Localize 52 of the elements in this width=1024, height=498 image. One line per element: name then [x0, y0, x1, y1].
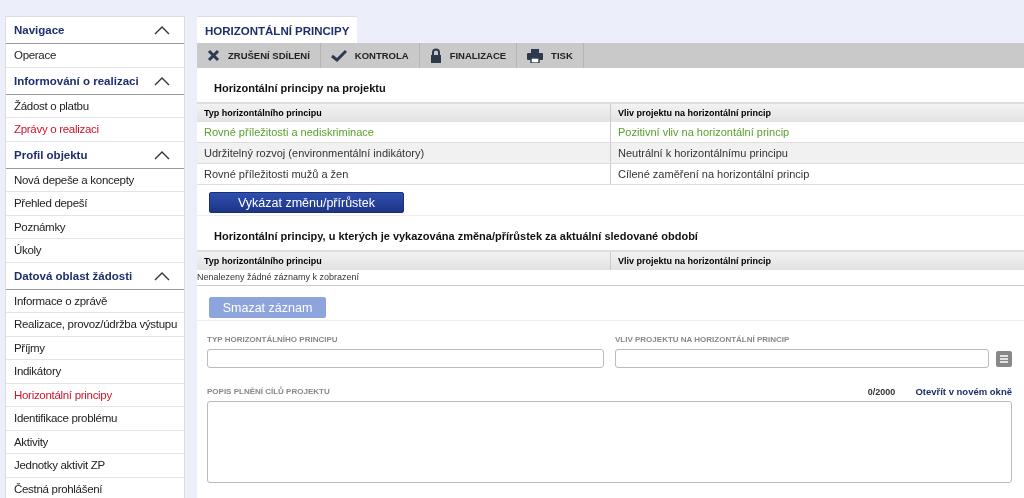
- sidebar-item[interactable]: Žádost o platbu: [6, 94, 184, 118]
- sidebar-item[interactable]: Příjmy: [6, 336, 184, 360]
- sidebar-item[interactable]: Úkoly: [6, 239, 184, 263]
- chevron-icon: [154, 270, 170, 281]
- sidebar-item[interactable]: Přehled depeší: [6, 192, 184, 216]
- tab[interactable]: HORIZONTÁLNÍ PRINCIPY: [197, 16, 358, 43]
- report-change-button[interactable]: Vykázat změnu/přírůstek: [209, 192, 404, 213]
- chevron-icon: [154, 75, 170, 86]
- column-header[interactable]: Vliv projektu na horizontální princip: [610, 103, 1024, 122]
- section-title: Horizontální principy, u kterých je vykazována změna/přírůstek za aktuální sledované období: [213, 229, 699, 244]
- sidebar-item[interactable]: Realizace, provoz/údržba výstupu: [6, 313, 184, 337]
- sidebar-item[interactable]: Indikátory: [6, 360, 184, 384]
- character-counter: 0/2000: [867, 386, 896, 397]
- sidebar-section-header[interactable]: Navigace: [6, 17, 184, 44]
- sidebar-item[interactable]: Zprávy o realizaci: [6, 118, 184, 142]
- description-field[interactable]: [207, 401, 1012, 483]
- sidebar-section-header[interactable]: Profil objektu: [6, 141, 184, 169]
- sidebar-item[interactable]: Nová depeše a koncepty: [6, 168, 184, 192]
- sidebar-item[interactable]: Operace: [6, 44, 184, 68]
- column-header[interactable]: Vliv projektu na horizontální princip: [610, 251, 1024, 270]
- sidebar-section-header[interactable]: Datová oblast žádosti: [6, 262, 184, 290]
- field-label: POPIS PLNĚNÍ CÍLŮ PROJEKTU: [207, 387, 330, 396]
- table-cell: Pozitivní vliv na horizontální princip: [610, 122, 1024, 143]
- column-header[interactable]: Typ horizontálního principu: [197, 251, 611, 270]
- close-icon: [207, 49, 220, 62]
- column-header[interactable]: Typ horizontálního principu: [197, 103, 611, 122]
- table-cell: Rovné příležitosti mužů a žen: [197, 163, 611, 185]
- field-label: TYP HORIZONTÁLNÍHO PRINCIPU: [207, 335, 339, 344]
- sidebar-item[interactable]: Identifikace problému: [6, 407, 184, 431]
- sidebar-item[interactable]: Informace o zprávě: [6, 289, 184, 313]
- table-cell: Udržitelný rozvoj (environmentální indikátory): [197, 142, 611, 164]
- chevron-icon: [154, 149, 170, 160]
- sidebar-item[interactable]: Aktivity: [6, 430, 184, 454]
- input-field[interactable]: [615, 349, 989, 368]
- sidebar-item[interactable]: Poznámky: [6, 215, 184, 239]
- table-cell: Cílené zaměření na horizontální princip: [610, 163, 1024, 185]
- chevron-icon: [154, 25, 170, 35]
- open-in-new-window-link[interactable]: Otevřít v novém okně: [915, 386, 1012, 397]
- input-field[interactable]: [207, 349, 604, 368]
- list-icon[interactable]: [996, 350, 1012, 367]
- printer-icon: [527, 48, 544, 63]
- section-title: Horizontální principy na projektu: [213, 81, 387, 96]
- lock-icon: [429, 48, 442, 63]
- sidebar-item[interactable]: Horizontální principy: [6, 383, 184, 407]
- field-label: VLIV PROJEKTU NA HORIZONTÁLNÍ PRINCIP: [615, 335, 791, 344]
- empty-message: Nenalezeny žádné záznamy k zobrazení: [197, 270, 1024, 286]
- table-cell: Neutrální k horizontálnímu principu: [610, 142, 1024, 164]
- table-cell: Rovné příležitosti a nediskriminace: [197, 122, 611, 143]
- sidebar-section-header[interactable]: Informování o realizaci: [6, 67, 184, 95]
- sidebar-item[interactable]: Čestná prohlášení: [6, 477, 184, 498]
- sidebar-item[interactable]: Jednotky aktivit ZP: [6, 454, 184, 478]
- checkmark-icon: [330, 49, 347, 62]
